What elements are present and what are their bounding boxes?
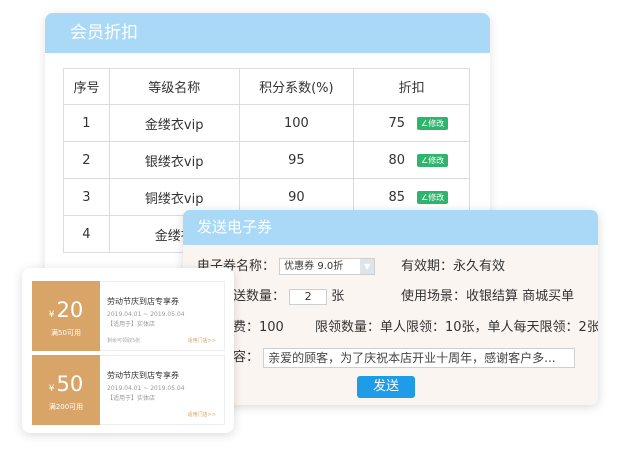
scene-value: 收银结算 商城买单 [466,289,575,304]
discount-value: 80 [388,152,406,168]
coupon-name-select[interactable]: 优惠券 9.0折 ▼ [279,258,376,275]
coupon-amount-block: ¥20 满50可用 [32,281,100,351]
edit-button[interactable]: ∠修改 [417,153,449,167]
scene-label: 使用场景： [401,289,467,304]
column-header: 序号 [63,68,110,105]
column-header: 折扣 [353,68,470,105]
coupon-store-link[interactable]: 适用门店>> [188,411,216,418]
quantity-row: 送数量： 2 张 [233,285,344,305]
row-number: 3 [63,178,110,216]
coupon-store-link[interactable]: 适用门店>> [188,337,216,344]
table-row: 1 金缕衣vip 100 75 ∠修改 [63,104,470,142]
row-number: 2 [63,141,110,179]
validity-value: 永久有效 [453,259,506,274]
coupon-dates: 2019.04.01 ~ 2019.05.04 [107,311,185,318]
table-row: 2 银缕衣vip 95 80 ∠修改 [63,141,470,179]
member-discount-title: 会员折扣 [45,13,490,53]
limit-row: 限领数量：单人限领：10张，单人每天限领：2张 [315,316,598,335]
level-name: 银缕衣vip [108,141,240,179]
discount-cell: 75 ∠修改 [353,104,470,142]
coupon-amount: 20 [56,298,84,322]
validity-label: 有效期： [401,259,454,274]
coupon-amount: 50 [56,372,84,396]
edit-button[interactable]: ∠修改 [417,116,449,130]
coupon-scope: 【适用于】实体店 [107,321,156,328]
chevron-down-icon: ▼ [360,259,375,274]
send-coupon-form: 电子券名称： 优惠券 9.0折 ▼ 有效期：永久有效 送数量： 2 张 使用场景：… [183,245,598,405]
coupon-item[interactable]: ¥20 满50可用 劳动节庆到店专享券 2019.04.01 ~ 2019.05… [32,281,225,351]
send-button[interactable]: 发送 [357,376,415,398]
table-header-row: 序号 等级名称 积分系数(%) 折扣 [63,68,470,105]
fee-value: 100 [259,320,284,335]
discount-value: 85 [388,189,406,205]
coupon-dates: 2019.04.01 ~ 2019.05.04 [107,385,185,392]
quantity-unit: 张 [331,289,345,304]
row-number: 1 [63,104,110,142]
row-number: 4 [63,215,110,253]
validity-row: 有效期：永久有效 [401,255,505,274]
coupon-condition: 满50可用 [51,329,81,337]
coupon-remaining: 剩余可领取5张 [107,338,141,344]
coupon-card-panel: ¥20 满50可用 劳动节庆到店专享券 2019.04.01 ~ 2019.05… [22,268,234,433]
send-coupon-title: 发送电子券 [183,210,598,245]
content-input[interactable]: 亲爱的顾客，为了庆祝本店开业十周年，感谢客户多... [263,347,576,368]
limit-value: 单人限领：10张，单人每天限领：2张 [380,320,598,335]
fee-label: 费： [233,320,260,335]
quantity-input[interactable]: 2 [289,288,328,305]
currency-symbol: ¥ [48,310,55,320]
discount-cell: 80 ∠修改 [353,141,470,179]
coupon-amount-block: ¥50 满200可用 [32,355,100,425]
coupon-scope: 【适用于】实体店 [107,395,156,402]
currency-symbol: ¥ [48,384,55,394]
points-coefficient: 100 [238,104,355,142]
limit-label: 限领数量： [315,320,381,335]
edit-button[interactable]: ∠修改 [417,190,449,204]
scene-row: 使用场景：收银结算 商城买单 [401,285,574,304]
coupon-name-value: 优惠券 9.0折 [284,261,344,272]
quantity-label: 送数量： [233,289,286,304]
column-header: 积分系数(%) [238,68,355,105]
coupon-info: 劳动节庆到店专享券 2019.04.01 ~ 2019.05.04 【适用于】实… [100,281,225,351]
discount-value: 75 [388,115,406,131]
coupon-item[interactable]: ¥50 满200可用 劳动节庆到店专享券 2019.04.01 ~ 2019.0… [32,355,225,425]
level-name: 金缕衣vip [108,104,240,142]
column-header: 等级名称 [108,68,240,105]
coupon-title: 劳动节庆到店专享券 [107,371,179,380]
coupon-info: 劳动节庆到店专享券 2019.04.01 ~ 2019.05.04 【适用于】实… [100,355,225,425]
coupon-title: 劳动节庆到店专享券 [107,297,179,306]
content-label: 容： [233,350,260,365]
points-coefficient: 95 [238,141,355,179]
send-coupon-panel: 发送电子券 电子券名称： 优惠券 9.0折 ▼ 有效期：永久有效 送数量： 2 张… [183,210,598,405]
fee-row: 费：100 [233,316,284,335]
content-row: 容： 亲爱的顾客，为了庆祝本店开业十周年，感谢客户多... [233,346,576,368]
coupon-condition: 满200可用 [48,403,84,411]
